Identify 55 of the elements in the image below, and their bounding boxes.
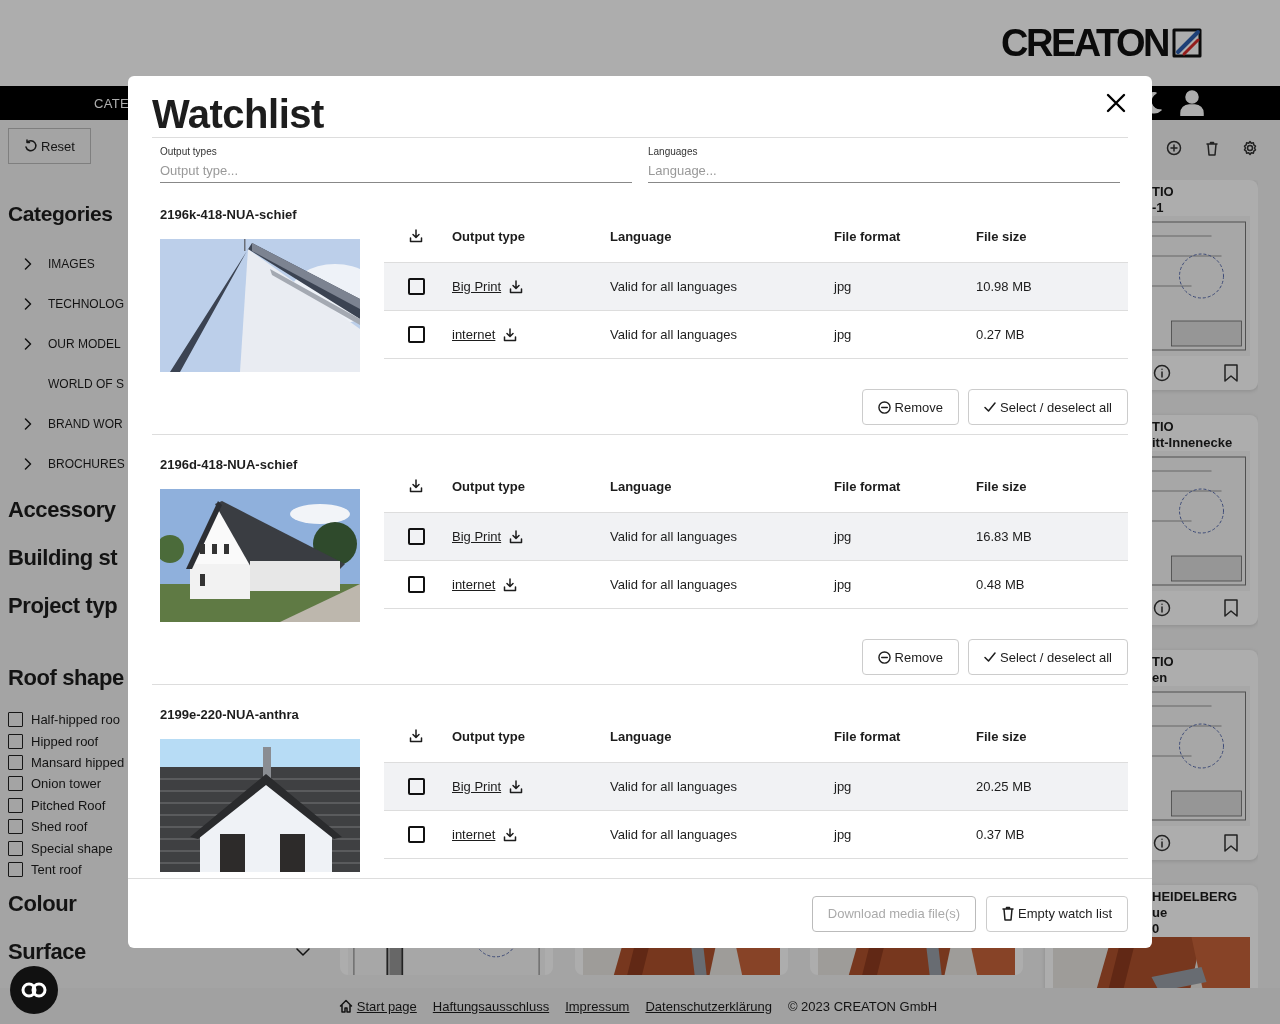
option-label: Half-hipped roo xyxy=(31,712,120,728)
column-header: File format xyxy=(833,728,902,744)
table-cell-text: Valid for all languages xyxy=(609,827,738,842)
option-label: Special shape xyxy=(31,840,113,856)
option-label: Mansard hipped xyxy=(31,754,125,770)
option-label: Pitched Roof xyxy=(31,797,106,813)
table-cell-text: Valid for all languages xyxy=(609,327,738,342)
column-header: File size xyxy=(975,228,1028,244)
table-cell-text: jpg xyxy=(832,577,853,592)
column-header: Language xyxy=(609,728,673,744)
column-header: Output type xyxy=(451,228,526,244)
card-title: -1 xyxy=(1152,200,1165,216)
table-cell-text: 0.27 MB xyxy=(975,327,1026,342)
card-title: TIO xyxy=(1152,184,1175,200)
table-cell-text: 10.98 MB xyxy=(975,279,1033,294)
table-cell-text: Valid for all languages xyxy=(609,279,738,294)
column-header: File size xyxy=(975,728,1028,744)
dialog-title: Watchlist xyxy=(152,91,324,137)
field-label: Output types xyxy=(160,146,218,158)
option-label: Shed roof xyxy=(31,819,88,835)
column-header: Language xyxy=(609,228,673,244)
item-title: 2199e-220-NUA-anthra xyxy=(160,707,300,723)
field-label: Languages xyxy=(648,146,699,158)
column-header: Output type xyxy=(451,728,526,744)
item-title: 2196k-418-NUA-schief xyxy=(160,207,298,223)
table-cell-text: 0.37 MB xyxy=(975,827,1026,842)
table-cell-text: jpg xyxy=(832,529,853,544)
table-cell-text: 16.83 MB xyxy=(975,529,1033,544)
column-header: File format xyxy=(833,228,902,244)
card-title: HEIDELBERG xyxy=(1152,889,1239,905)
table-cell-text: Valid for all languages xyxy=(609,577,738,592)
table-cell-text: 20.25 MB xyxy=(975,779,1033,794)
table-cell-text: jpg xyxy=(832,327,853,342)
table-cell-text: Valid for all languages xyxy=(609,529,738,544)
column-header: File format xyxy=(833,478,902,494)
copyright: © 2023 CREATON GmbH xyxy=(787,998,938,1014)
option-label: Hipped roof xyxy=(31,733,99,749)
column-header: Output type xyxy=(451,478,526,494)
card-title: itt-Innenecke xyxy=(1152,435,1234,451)
column-header: Language xyxy=(609,478,673,494)
option-label: Onion tower xyxy=(31,776,102,792)
card-title: TIO xyxy=(1152,419,1175,435)
card-title: en xyxy=(1152,670,1169,686)
column-header: File size xyxy=(975,478,1028,494)
card-title: ue xyxy=(1152,905,1169,921)
option-label: Tent roof xyxy=(31,861,82,877)
item-title: 2196d-418-NUA-schief xyxy=(160,457,299,473)
card-title: TIO xyxy=(1152,654,1175,670)
card-title: 0 xyxy=(1152,921,1161,937)
section-heading: Categories xyxy=(8,201,113,227)
table-cell-text: 0.48 MB xyxy=(975,577,1026,592)
table-cell-text: jpg xyxy=(832,279,853,294)
table-cell-text: jpg xyxy=(832,827,853,842)
table-cell-text: jpg xyxy=(832,779,853,794)
table-cell-text: Valid for all languages xyxy=(609,779,738,794)
